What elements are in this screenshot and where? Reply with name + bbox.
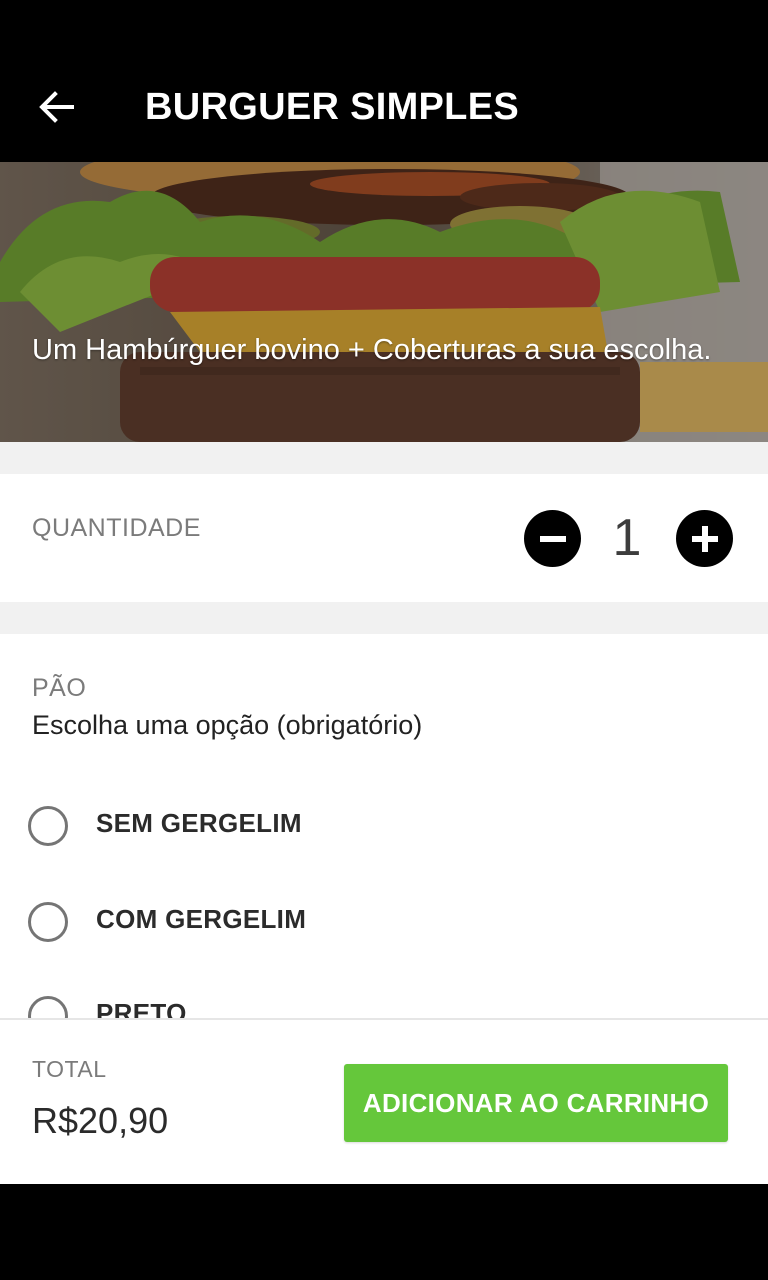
product-hero-image: Um Hambúrguer bovino + Coberturas a sua …	[0, 162, 768, 442]
option-label: PRETO	[96, 998, 187, 1020]
section-divider	[0, 442, 768, 474]
add-to-cart-button[interactable]: ADICIONAR AO CARRINHO	[344, 1064, 728, 1142]
radio-button[interactable]	[28, 806, 68, 846]
option-sem-gergelim[interactable]: SEM GERGELIM	[0, 786, 768, 866]
option-preto[interactable]: PRETO	[0, 976, 768, 1020]
section-divider	[0, 602, 768, 634]
radio-button[interactable]	[28, 902, 68, 942]
quantity-value: 1	[612, 509, 642, 567]
option-label: SEM GERGELIM	[96, 808, 302, 838]
back-button[interactable]	[30, 84, 82, 130]
total-label: TOTAL	[32, 1056, 107, 1082]
quantity-section: QUANTIDADE 1	[0, 474, 768, 602]
radio-button[interactable]	[28, 996, 68, 1020]
system-navigation-bar	[0, 1184, 768, 1280]
option-label: COM GERGELIM	[96, 904, 307, 934]
increase-quantity-button[interactable]	[676, 510, 733, 567]
product-description: Um Hambúrguer bovino + Coberturas a sua …	[32, 334, 712, 366]
options-title: PÃO	[32, 674, 87, 702]
order-footer: TOTAL R$20,90 ADICIONAR AO CARRINHO	[0, 1018, 768, 1186]
bread-options-section: PÃO Escolha uma opção (obrigatório) SEM …	[0, 634, 768, 1020]
options-subtitle: Escolha uma opção (obrigatório)	[32, 710, 423, 740]
minus-circle-icon	[539, 535, 566, 542]
app-header: BURGUER SIMPLES	[0, 0, 768, 162]
option-com-gergelim[interactable]: COM GERGELIM	[0, 882, 768, 962]
total-price: R$20,90	[32, 1100, 169, 1141]
quantity-label: QUANTIDADE	[32, 514, 201, 542]
page-title: BURGUER SIMPLES	[145, 86, 519, 128]
decrease-quantity-button[interactable]	[524, 510, 581, 567]
plus-circle-icon	[691, 525, 718, 552]
burger-photo	[0, 162, 768, 442]
arrow-left-icon	[39, 91, 74, 123]
